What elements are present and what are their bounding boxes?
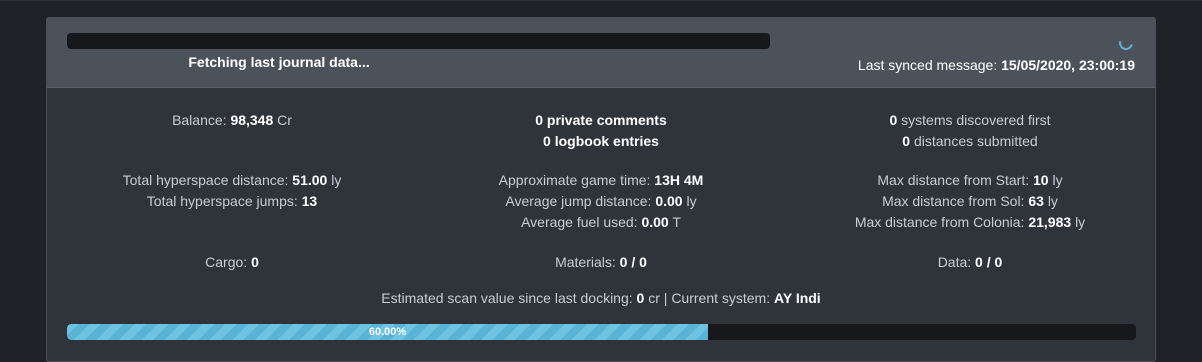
balance-label: Balance: bbox=[172, 112, 227, 128]
scan-unit: cr | Current system: bbox=[648, 290, 771, 306]
loading-spinner-icon bbox=[1116, 33, 1136, 53]
hyperspace-stats: Total hyperspace distance: 51.00 ly Tota… bbox=[47, 170, 417, 212]
distances-value: 0 bbox=[902, 133, 911, 149]
distances-label: distances submitted bbox=[913, 133, 1038, 149]
avg-fuel-label: Average fuel used: bbox=[521, 214, 638, 230]
max-colonia-unit: ly bbox=[1075, 214, 1086, 230]
systems-first-label: systems discovered first bbox=[901, 112, 1051, 128]
discovery-stats: 0 systems discovered first 0 distances s… bbox=[785, 110, 1155, 152]
data-value: 0 / 0 bbox=[975, 254, 1003, 270]
progress-percent-label: 60.00% bbox=[368, 326, 407, 338]
materials-label: Materials: bbox=[555, 254, 616, 270]
journal-stats-panel: Fetching last journal data... Last synce… bbox=[46, 17, 1156, 362]
time-fuel-stats: Approximate game time: 13H 4M Average ju… bbox=[416, 170, 786, 233]
scan-value: 0 bbox=[636, 290, 645, 306]
data-stat: Data: 0 / 0 bbox=[785, 252, 1155, 273]
avg-jump-unit: ly bbox=[686, 193, 697, 209]
avg-fuel-unit: T bbox=[672, 214, 681, 230]
journal-progress-bar: 60.00% bbox=[67, 324, 1136, 340]
max-start-value: 10 bbox=[1033, 172, 1049, 188]
game-time-label: Approximate game time: bbox=[498, 172, 651, 188]
max-colonia-stat: Max distance from Colonia: 21,983 ly bbox=[785, 212, 1155, 233]
max-sol-label: Max distance from Sol: bbox=[882, 193, 1025, 209]
hyper-distance-label: Total hyperspace distance: bbox=[122, 172, 289, 188]
avg-fuel-stat: Average fuel used: 0.00 T bbox=[416, 212, 786, 233]
max-colonia-label: Max distance from Colonia: bbox=[854, 214, 1025, 230]
hyper-distance-unit: ly bbox=[331, 172, 342, 188]
private-comments-value: 0 bbox=[535, 112, 544, 128]
comments-stats: 0 private comments 0 logbook entries bbox=[416, 110, 786, 152]
data-label: Data: bbox=[937, 254, 972, 270]
fetch-status-text: Fetching last journal data... bbox=[188, 54, 370, 70]
synced-label: Last synced message: bbox=[857, 57, 998, 73]
avg-jump-stat: Average jump distance: 0.00 ly bbox=[416, 191, 786, 212]
max-start-label: Max distance from Start: bbox=[877, 172, 1030, 188]
scan-label: Estimated scan value since last docking: bbox=[381, 290, 633, 306]
distances-submitted-stat: 0 distances submitted bbox=[785, 131, 1155, 152]
max-start-unit: ly bbox=[1052, 172, 1063, 188]
avg-jump-label: Average jump distance: bbox=[505, 193, 652, 209]
top-border bbox=[0, 0, 1202, 1]
max-sol-stat: Max distance from Sol: 63 ly bbox=[785, 191, 1155, 212]
max-sol-value: 63 bbox=[1028, 193, 1044, 209]
game-time-value: 13H 4M bbox=[654, 172, 704, 188]
current-system-value: AY Indi bbox=[774, 290, 821, 306]
scan-value-line: Estimated scan value since last docking:… bbox=[47, 290, 1155, 306]
hyper-distance-value: 51.00 bbox=[292, 172, 328, 188]
balance-stat: Balance: 98,348 Cr bbox=[47, 110, 417, 131]
private-comments-stat: 0 private comments bbox=[416, 110, 786, 131]
avg-fuel-value: 0.00 bbox=[641, 214, 669, 230]
cargo-label: Cargo: bbox=[205, 254, 248, 270]
last-synced-message: Last synced message: 15/05/2020, 23:00:1… bbox=[858, 57, 1135, 73]
max-start-stat: Max distance from Start: 10 ly bbox=[785, 170, 1155, 191]
synced-value: 15/05/2020, 23:00:19 bbox=[1001, 57, 1135, 73]
materials-stat: Materials: 0 / 0 bbox=[416, 252, 786, 273]
private-comments-label: private comments bbox=[546, 112, 667, 128]
cargo-value: 0 bbox=[251, 254, 259, 270]
cargo-stat: Cargo: 0 bbox=[47, 252, 417, 273]
systems-first-value: 0 bbox=[889, 112, 898, 128]
hyper-jumps-value: 13 bbox=[301, 193, 318, 209]
logbook-value: 0 bbox=[543, 133, 551, 149]
max-sol-unit: ly bbox=[1047, 193, 1058, 209]
avg-jump-value: 0.00 bbox=[655, 193, 683, 209]
logbook-label: logbook entries bbox=[554, 133, 659, 149]
logbook-entries-stat: 0 logbook entries bbox=[416, 131, 786, 152]
max-colonia-value: 21,983 bbox=[1028, 214, 1072, 230]
fetch-progress-bar bbox=[67, 33, 770, 49]
materials-value: 0 / 0 bbox=[619, 254, 647, 270]
max-distance-stats: Max distance from Start: 10 ly Max dista… bbox=[785, 170, 1155, 233]
balance-value: 98,348 bbox=[230, 112, 274, 128]
balance-unit: Cr bbox=[277, 112, 292, 128]
hyperspace-distance-stat: Total hyperspace distance: 51.00 ly bbox=[47, 170, 417, 191]
panel-header: Fetching last journal data... Last synce… bbox=[47, 18, 1155, 88]
hyperspace-jumps-stat: Total hyperspace jumps: 13 bbox=[47, 191, 417, 212]
systems-discovered-stat: 0 systems discovered first bbox=[785, 110, 1155, 131]
hyper-jumps-label: Total hyperspace jumps: bbox=[146, 193, 298, 209]
game-time-stat: Approximate game time: 13H 4M bbox=[416, 170, 786, 191]
